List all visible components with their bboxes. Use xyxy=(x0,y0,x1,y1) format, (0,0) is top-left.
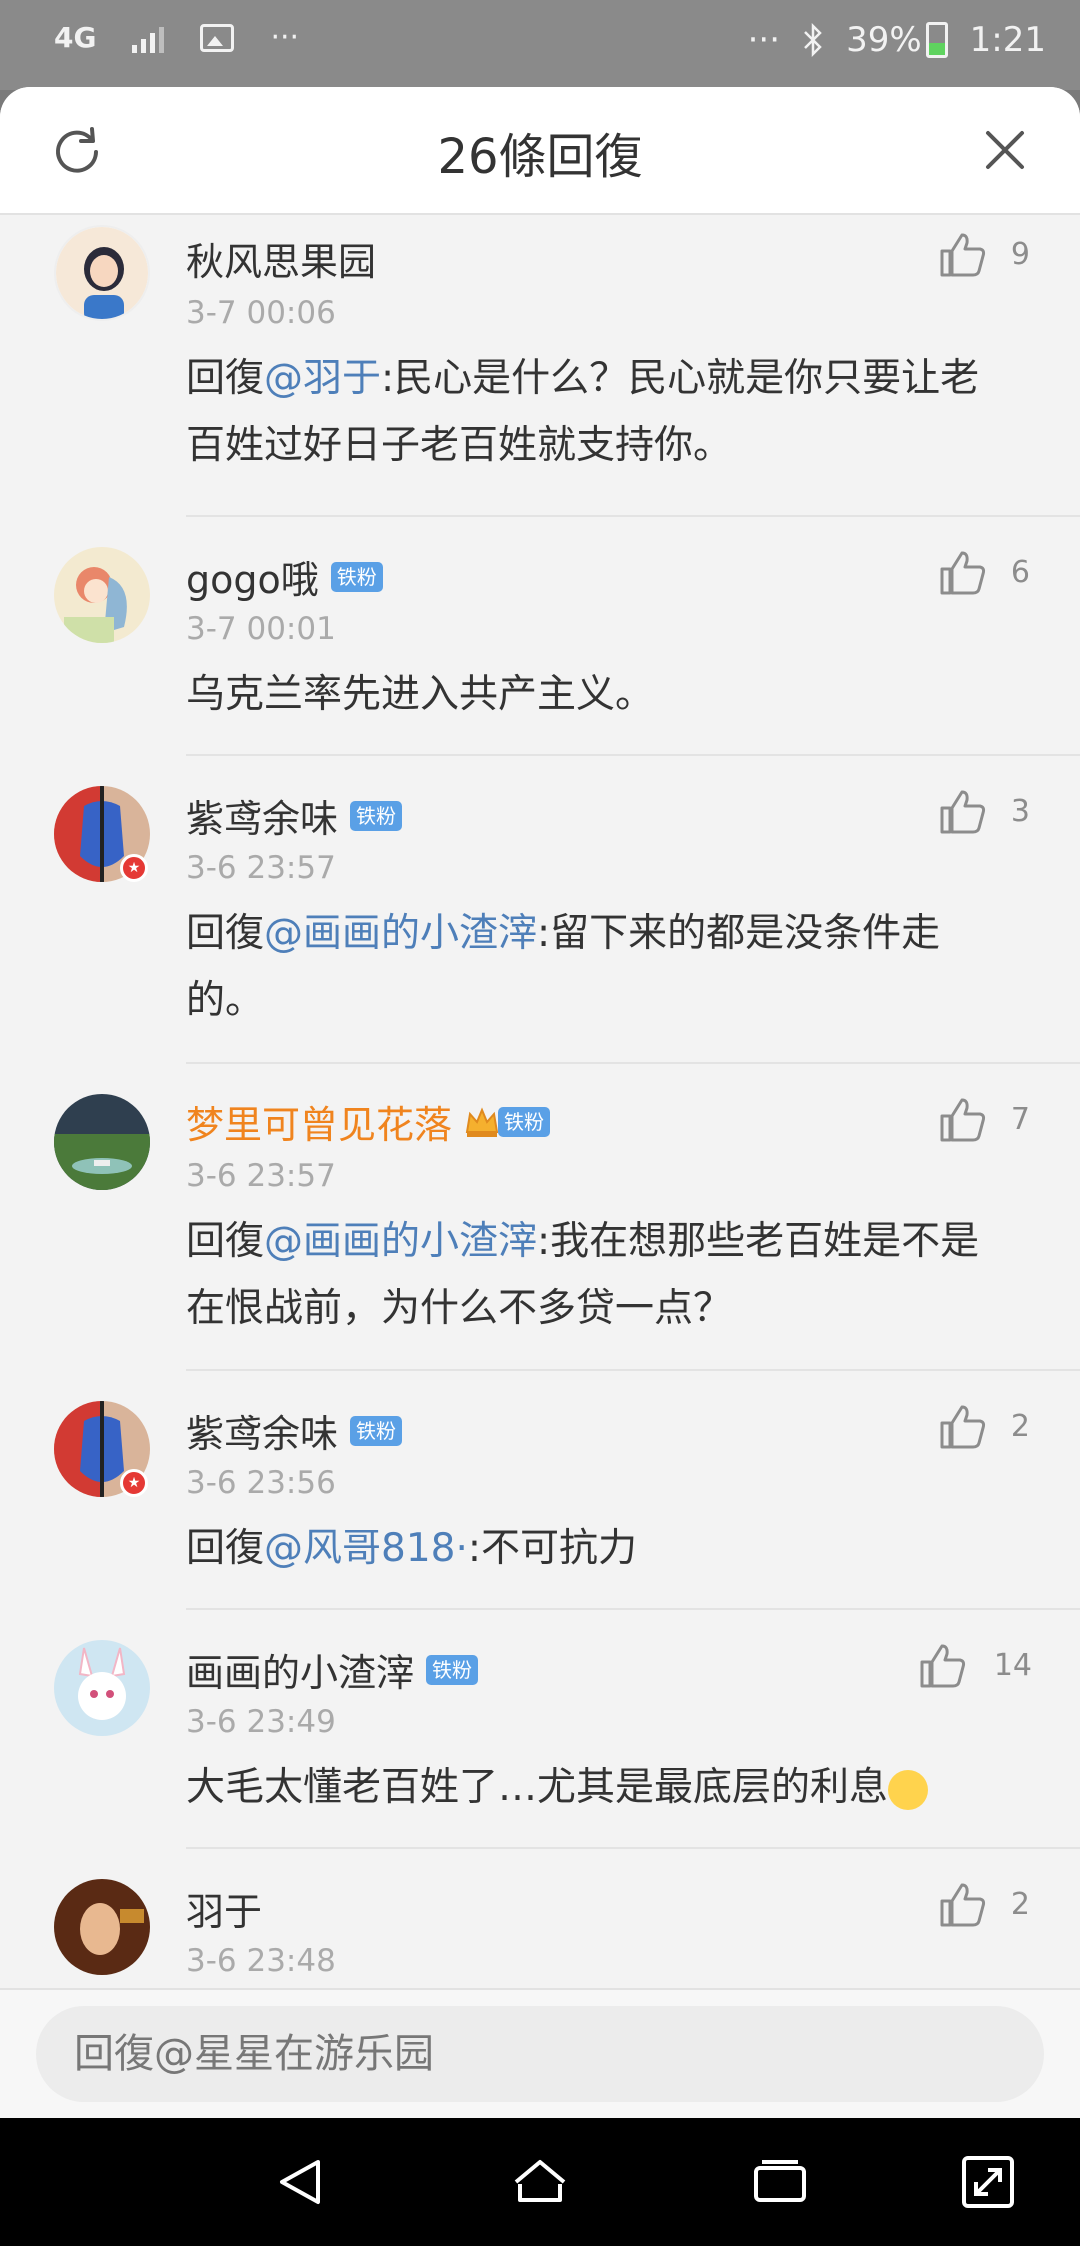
more-status-icon: ··· xyxy=(747,20,781,60)
thumbs-up-icon[interactable] xyxy=(918,1640,968,1690)
reply-bar xyxy=(0,1988,1080,2120)
page-title: 26條回復 xyxy=(437,129,643,185)
mention-link[interactable]: @风哥818· xyxy=(264,1526,468,1571)
comment-item: 梦里可曾见花落 铁粉 3-6 23:57 回復@画画的小渣滓:我在想那些老百姓是… xyxy=(0,1064,1080,1371)
comment-body: 大毛太懂老百姓了…尤其是最底层的利息 xyxy=(186,1765,889,1810)
laugh-cry-emoji-icon xyxy=(888,1769,929,1810)
like-count: 14 xyxy=(993,1648,1032,1683)
comment-item: 羽于 3-6 23:48 2 xyxy=(0,1849,1080,2009)
fan-badge: 铁粉 xyxy=(350,1415,403,1446)
avatar[interactable] xyxy=(54,225,150,321)
timestamp: 3-7 00:01 xyxy=(186,611,336,647)
image-notification-icon xyxy=(200,23,235,52)
username[interactable]: 梦里可曾见花落 xyxy=(186,1094,452,1149)
fan-badge: 铁粉 xyxy=(426,1654,479,1685)
timestamp: 3-6 23:57 xyxy=(186,850,336,886)
clock: 1:21 xyxy=(969,20,1046,60)
comment-text: 大毛太懂老百姓了…尤其是最底层的利息 xyxy=(186,1754,1016,1821)
sheet-header: 26條回復 xyxy=(0,87,1080,215)
reply-prefix: 回復 xyxy=(186,1219,265,1264)
navigation-bar xyxy=(0,2118,1080,2246)
comment-item: 画画的小渣滓 铁粉 3-6 23:49 大毛太懂老百姓了…尤其是最底层的利息 1… xyxy=(0,1610,1080,1849)
comment-item: ★ 紫鸢余味 铁粉 3-6 23:57 回復@画画的小渣滓:留下来的都是没条件走… xyxy=(0,756,1080,1064)
status-bar: 4G ··· ··· 39% 1:21 xyxy=(0,0,1080,90)
timestamp: 3-6 23:56 xyxy=(186,1465,336,1501)
like-count: 6 xyxy=(1010,555,1030,590)
mention-link[interactable]: @画画的小渣滓 xyxy=(264,911,537,956)
username[interactable]: gogo哦 xyxy=(186,549,319,604)
close-icon[interactable] xyxy=(980,125,1030,175)
reply-prefix: 回復 xyxy=(186,356,265,401)
crown-icon xyxy=(465,1106,499,1137)
timestamp: 3-6 23:57 xyxy=(186,1158,336,1194)
recents-icon[interactable] xyxy=(750,2152,810,2212)
fan-badge: 铁粉 xyxy=(350,800,403,831)
username[interactable]: 画画的小渣滓 xyxy=(186,1642,414,1697)
username[interactable]: 紫鸢余味 xyxy=(186,788,338,843)
comment-item: gogo哦 铁粉 3-7 00:01 乌克兰率先进入共产主义。 6 xyxy=(0,517,1080,756)
fan-badge: 铁粉 xyxy=(498,1106,551,1137)
timestamp: 3-6 23:48 xyxy=(186,1943,336,1979)
thumbs-up-icon[interactable] xyxy=(938,547,988,597)
thumbs-up-icon[interactable] xyxy=(938,786,988,836)
comment-body: 乌克兰率先进入共产主义。 xyxy=(186,672,655,717)
expand-icon[interactable] xyxy=(958,2152,1018,2212)
vip-badge-icon: ★ xyxy=(120,854,148,882)
like-count: 9 xyxy=(1010,237,1030,272)
network-indicator: 4G xyxy=(54,21,97,54)
comment-text: 回復@画画的小渣滓:我在想那些老百姓是不是在恨战前，为什么不多贷一点？ xyxy=(186,1208,1016,1342)
reply-prefix: 回復 xyxy=(186,1526,265,1571)
mention-link[interactable]: @羽于 xyxy=(264,356,381,401)
timestamp: 3-7 00:06 xyxy=(186,295,336,331)
thumbs-up-icon[interactable] xyxy=(938,1401,988,1451)
signal-icon xyxy=(132,23,165,53)
like-count: 3 xyxy=(1010,794,1030,829)
vip-badge-icon: ★ xyxy=(120,1469,148,1497)
comment-text: 乌克兰率先进入共产主义。 xyxy=(186,661,1016,728)
timestamp: 3-6 23:49 xyxy=(186,1704,336,1740)
comment-text: 回復@羽于:民心是什么？民心就是你只要让老百姓过好日子老百姓就支持你。 xyxy=(186,345,1016,479)
bluetooth-icon xyxy=(804,23,822,57)
fan-badge: 铁粉 xyxy=(330,561,383,592)
username[interactable]: 羽于 xyxy=(186,1881,262,1936)
avatar[interactable] xyxy=(54,547,150,643)
like-count: 2 xyxy=(1010,1409,1030,1444)
battery-icon xyxy=(925,22,948,58)
replies-sheet: 26條回復 秋风思果园 3-7 00:06 回復@羽于:民心是什么？民心就是你只… xyxy=(0,87,1080,2117)
comment-text: 回復@画画的小渣滓:留下来的都是没条件走的。 xyxy=(186,900,1016,1034)
username[interactable]: 秋风思果园 xyxy=(186,231,376,286)
mention-link[interactable]: @画画的小渣滓 xyxy=(264,1219,537,1264)
comment-text: 回復@风哥818·:不可抗力 xyxy=(186,1515,1016,1582)
reply-input[interactable] xyxy=(36,2006,1044,2102)
thumbs-up-icon[interactable] xyxy=(938,229,988,279)
comment-body: :不可抗力 xyxy=(467,1526,637,1571)
comment-list: 秋风思果园 3-7 00:06 回復@羽于:民心是什么？民心就是你只要让老百姓过… xyxy=(0,215,1080,2009)
thumbs-up-icon[interactable] xyxy=(938,1094,988,1144)
avatar[interactable] xyxy=(54,1640,150,1736)
avatar[interactable] xyxy=(54,1094,150,1190)
username[interactable]: 紫鸢余味 xyxy=(186,1403,338,1458)
reply-prefix: 回復 xyxy=(186,911,265,956)
comment-item: 秋风思果园 3-7 00:06 回復@羽于:民心是什么？民心就是你只要让老百姓过… xyxy=(0,215,1080,517)
more-notifications-icon: ··· xyxy=(270,20,300,55)
avatar[interactable] xyxy=(54,1879,150,1975)
like-count: 7 xyxy=(1010,1102,1030,1137)
back-icon[interactable] xyxy=(270,2152,330,2212)
home-icon[interactable] xyxy=(510,2152,570,2212)
comment-item: ★ 紫鸢余味 铁粉 3-6 23:56 回復@风哥818·:不可抗力 2 xyxy=(0,1371,1080,1610)
battery-percent: 39% xyxy=(846,20,922,60)
like-count: 2 xyxy=(1010,1887,1030,1922)
thumbs-up-icon[interactable] xyxy=(938,1879,988,1929)
